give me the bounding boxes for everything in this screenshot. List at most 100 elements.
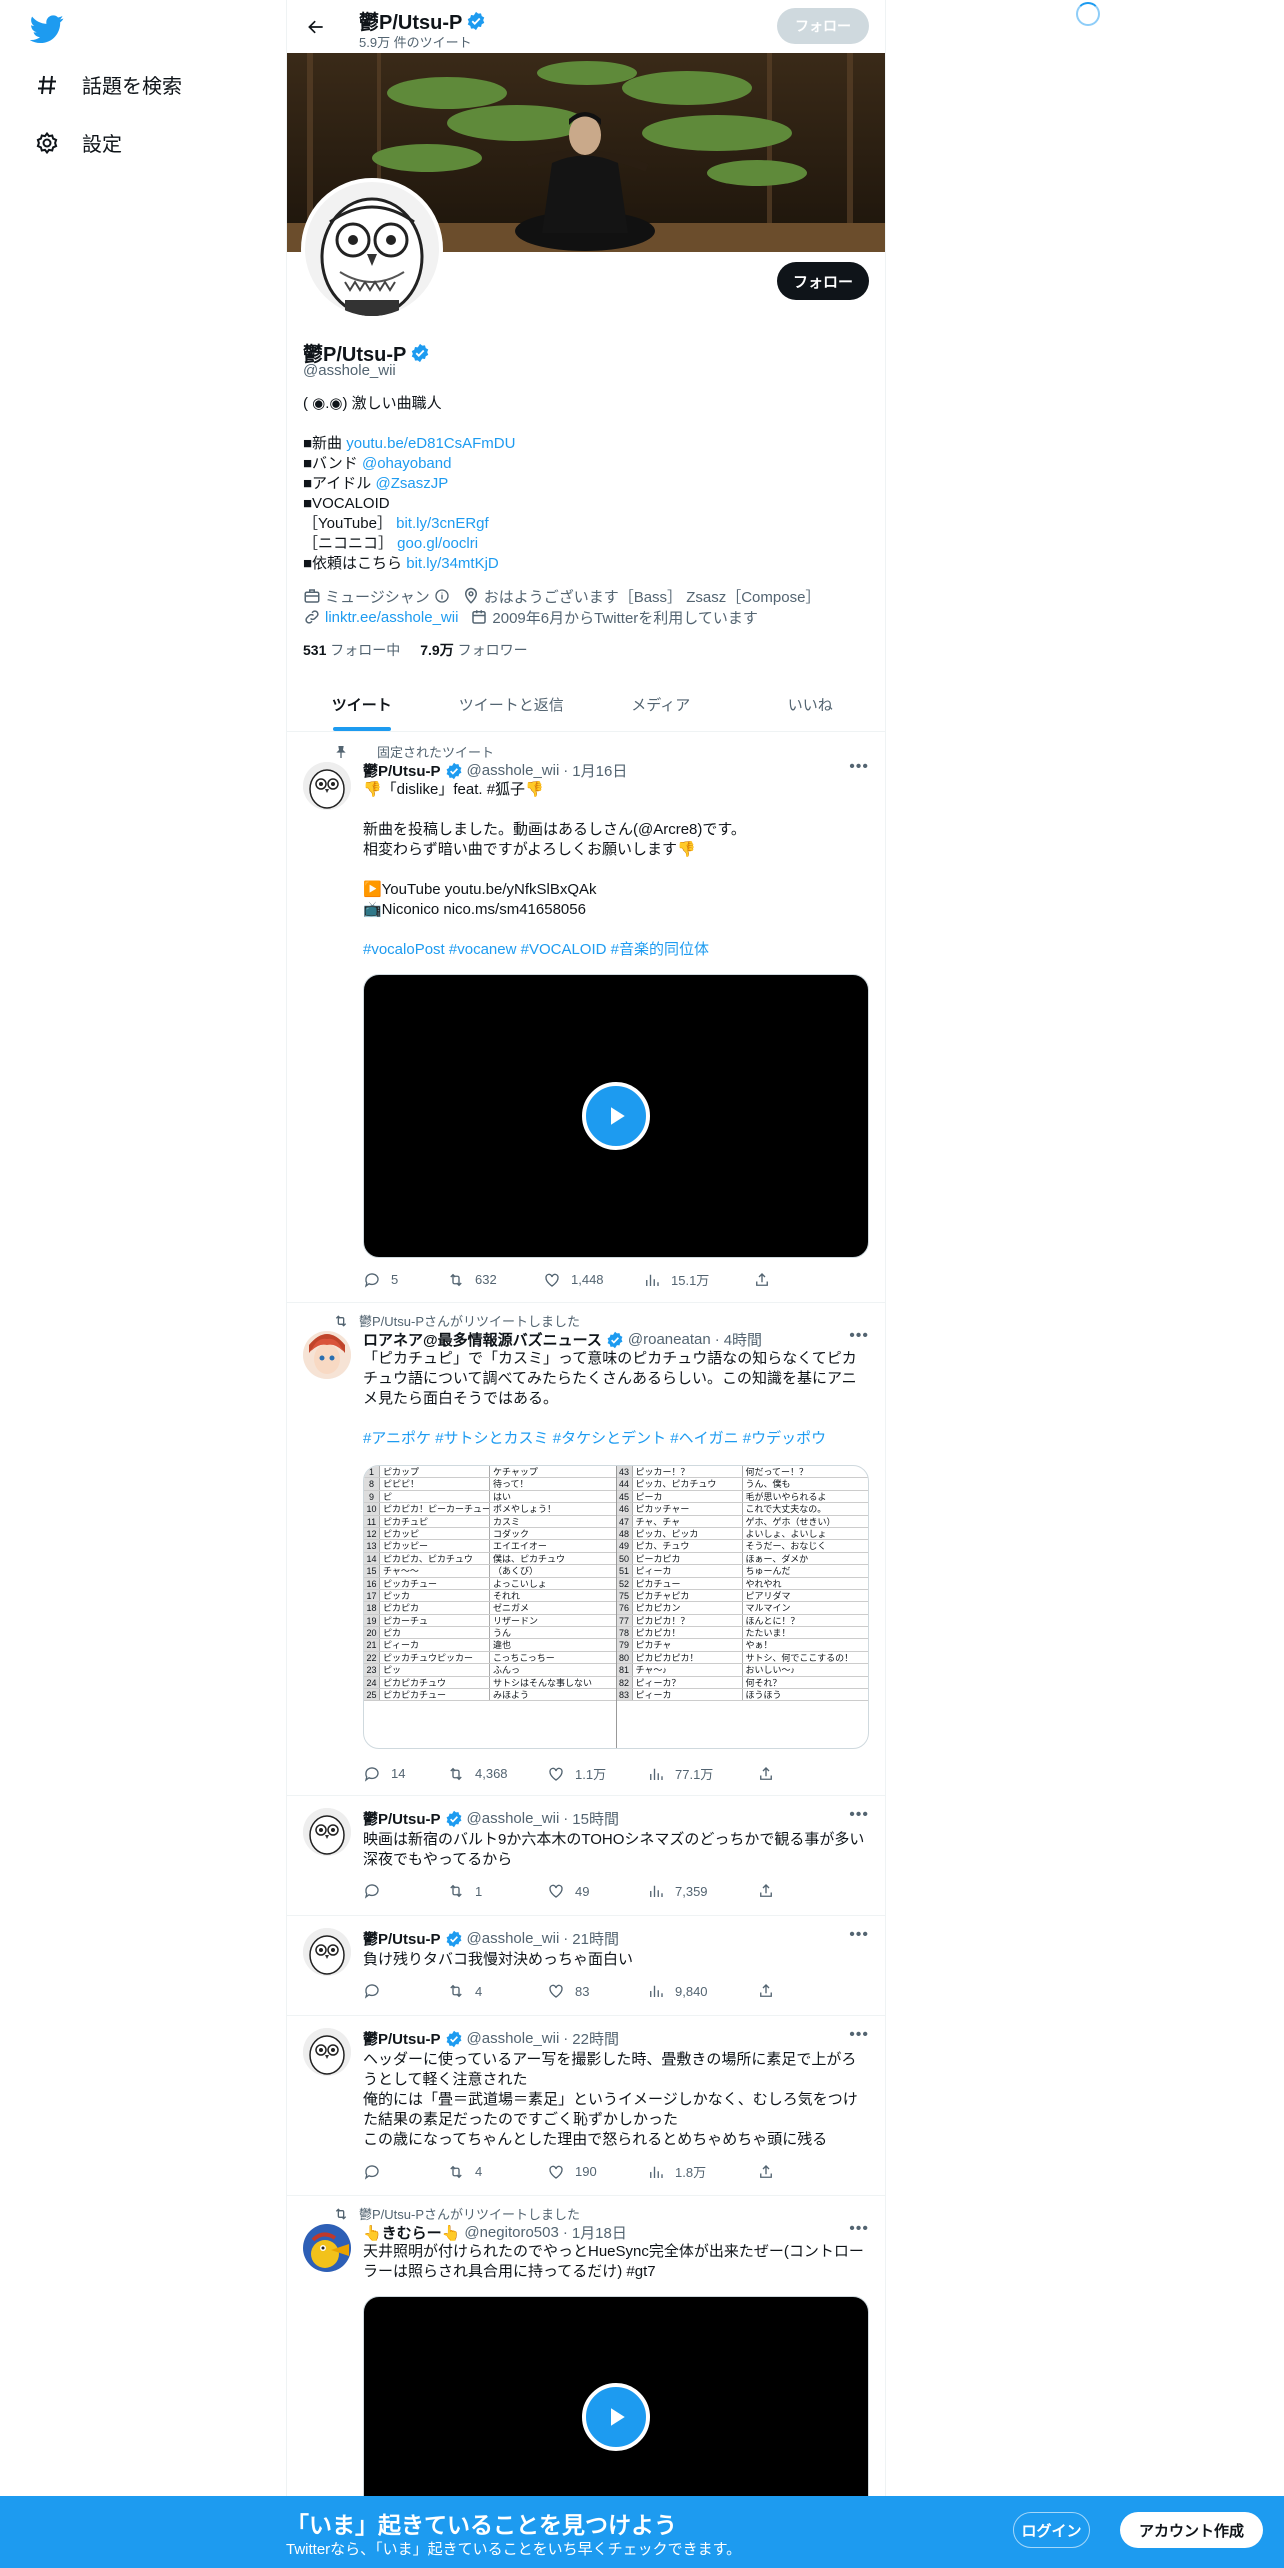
share-button[interactable] [757, 1764, 775, 1783]
share-button[interactable] [757, 1882, 775, 1900]
retweet-button[interactable]: 632 [447, 1270, 543, 1289]
retweet-button[interactable]: 4,368 [447, 1764, 547, 1783]
tweet[interactable]: 鬱P/Utsu-Pさんがリツイートしました ロアネア@最多情報源バズニュース @… [287, 1303, 885, 1796]
tweet-time[interactable]: 1月16日 [572, 760, 627, 781]
bio-link[interactable]: @ohayoband [362, 455, 451, 472]
tab-tweets-and-replies[interactable]: ツイートと返信 [437, 678, 587, 731]
nav-settings[interactable]: 設定 [34, 128, 122, 157]
more-options-icon[interactable]: ••• [849, 1926, 869, 1944]
tweet-time[interactable]: 1月18日 [572, 2222, 627, 2243]
tweet-author-name[interactable]: ロアネア@最多情報源バズニュース [363, 1329, 602, 1350]
table-cell: やれやれ [745, 1578, 782, 1589]
views-button[interactable]: 15.1万 [643, 1270, 753, 1289]
tweet-author-handle[interactable]: @negitoro503 [464, 2224, 558, 2241]
like-button[interactable]: 1.1万 [547, 1764, 647, 1783]
bio-link[interactable]: @ZsaszJP [375, 475, 448, 492]
avatar[interactable] [303, 1928, 351, 1976]
share-button[interactable] [753, 1270, 771, 1289]
tweet-time[interactable]: 15時間 [572, 1808, 619, 1829]
retweet-button[interactable]: 1 [447, 1882, 547, 1900]
twitter-logo-icon[interactable] [29, 12, 64, 46]
signup-button[interactable]: アカウント作成 [1120, 2512, 1263, 2548]
tweet-author-name[interactable]: 鬱P/Utsu-P [363, 1808, 441, 1829]
table-cell: ピッカ [380, 1589, 490, 1602]
play-icon[interactable] [582, 2383, 650, 2451]
view-count: 1.8万 [675, 2165, 707, 2180]
table-cell: 45 [616, 1490, 633, 1503]
share-button[interactable] [757, 1982, 775, 2000]
like-button[interactable]: 49 [547, 1882, 647, 1900]
reply-button[interactable] [363, 1882, 447, 1900]
like-button[interactable]: 190 [547, 2162, 647, 2181]
more-options-icon[interactable]: ••• [849, 758, 869, 776]
tweet-author-handle[interactable]: @asshole_wii [467, 762, 560, 779]
avatar[interactable] [303, 1331, 351, 1379]
retweet-button[interactable]: 4 [447, 2162, 547, 2181]
followers-link[interactable]: 7.9万 フォロワー [420, 640, 527, 660]
more-options-icon[interactable]: ••• [849, 1806, 869, 1824]
tweet[interactable]: 鬱P/Utsu-P @asshole_wii · 15時間 ••• 映画は新宿の… [287, 1796, 885, 1916]
views-button[interactable]: 1.8万 [647, 2162, 757, 2181]
tweet-author-name[interactable]: 👆きむらー👆 [363, 2222, 460, 2243]
tweet-author-name[interactable]: 鬱P/Utsu-P [363, 760, 441, 781]
share-button[interactable] [757, 2162, 775, 2181]
tweet-time[interactable]: 4時間 [724, 1329, 762, 1350]
more-options-icon[interactable]: ••• [849, 1327, 869, 1345]
tweet[interactable]: 鬱P/Utsu-P @asshole_wii · 21時間 ••• 負け残りタバ… [287, 1916, 885, 2016]
bio-link[interactable]: bit.ly/34mtKjD [406, 555, 499, 572]
profile-website[interactable]: linktr.ee/asshole_wii [303, 608, 458, 626]
tab-tweets[interactable]: ツイート [287, 678, 437, 731]
tweet[interactable]: 固定されたツイート 鬱P/Utsu-P @asshole_wii · 1月16日… [287, 732, 885, 1303]
bio-text: ■バンド [303, 455, 362, 472]
avatar[interactable] [303, 2028, 351, 2076]
tweet-hashtags[interactable]: #vocaloPost #vocanew #VOCALOID #音楽的同位体 [363, 940, 871, 960]
tweet-author-handle[interactable]: @roaneatan [628, 1331, 711, 1348]
like-button[interactable]: 83 [547, 1982, 647, 2000]
like-button[interactable]: 1,448 [543, 1270, 643, 1289]
tweet-time[interactable]: 22時間 [572, 2028, 619, 2049]
reply-button[interactable] [363, 1982, 447, 2000]
bio-link[interactable]: bit.ly/3cnERgf [396, 515, 489, 532]
views-button[interactable]: 7,359 [647, 1882, 757, 1900]
nav-explore[interactable]: 話題を検索 [34, 70, 182, 99]
tab-likes[interactable]: いいね [736, 678, 886, 731]
views-button[interactable]: 77.1万 [647, 1764, 757, 1783]
following-link[interactable]: 531 フォロー中 [303, 640, 400, 660]
tweet-hashtags[interactable]: #アニポケ #サトシとカスミ #タケシとデント #ヘイガニ #ウデッポウ [363, 1429, 871, 1449]
tweet-time[interactable]: 21時間 [572, 1928, 619, 1949]
more-options-icon[interactable]: ••• [849, 2220, 869, 2238]
avatar[interactable] [303, 762, 351, 810]
bio-link[interactable]: youtu.be/eD81CsAFmDU [346, 435, 515, 452]
tweet-author-name[interactable]: 鬱P/Utsu-P [363, 1928, 441, 1949]
views-button[interactable]: 9,840 [647, 1982, 757, 2000]
website-link[interactable]: linktr.ee/asshole_wii [325, 609, 458, 626]
tweet-header: 👆きむらー👆 @negitoro503 · 1月18日 [363, 2222, 863, 2243]
tweet-line: 📺Niconico nico.ms/sm41658056 [363, 901, 586, 918]
reply-button[interactable]: 5 [363, 1270, 447, 1289]
video-player[interactable] [363, 974, 869, 1258]
profile-avatar[interactable] [301, 178, 443, 320]
tweet[interactable]: 鬱P/Utsu-Pさんがリツイートしました 👆きむらー👆 @negitoro50… [287, 2196, 885, 2536]
bio-link[interactable]: goo.gl/ooclri [397, 535, 478, 552]
tweet-author-name[interactable]: 鬱P/Utsu-P [363, 2028, 441, 2049]
bio-text: ■新曲 [303, 435, 347, 452]
follow-button[interactable]: フォロー [777, 262, 869, 300]
login-button[interactable]: ログイン [1013, 2512, 1090, 2548]
tweet[interactable]: 鬱P/Utsu-P @asshole_wii · 22時間 ••• ヘッダーに使… [287, 2016, 885, 2196]
avatar[interactable] [303, 1808, 351, 1856]
more-options-icon[interactable]: ••• [849, 2026, 869, 2044]
reply-button[interactable] [363, 2162, 447, 2181]
play-icon[interactable] [582, 1082, 650, 1150]
back-arrow-icon[interactable] [301, 12, 331, 42]
tweet-image-table[interactable]: 1 ピカップ ケチャップ 8 ピピピ！ 待って！ 9 ピはい 10 ピカピカ！ピーカーチュー ポメや… [363, 1465, 869, 1749]
tweet-author-handle[interactable]: @asshole_wii [467, 2030, 560, 2047]
retweet-button[interactable]: 4 [447, 1982, 547, 2000]
info-icon[interactable] [434, 588, 450, 604]
tweet-author-handle[interactable]: @asshole_wii [467, 1930, 560, 1947]
profile-header-bar: 鬱P/Utsu-P 5.9万 件のツイート フォロー [287, 0, 885, 53]
reply-button[interactable]: 14 [363, 1764, 447, 1783]
tweet-author-handle[interactable]: @asshole_wii [467, 1810, 560, 1827]
tab-media[interactable]: メディア [586, 678, 736, 731]
header-follow-button[interactable]: フォロー [777, 8, 869, 44]
avatar[interactable] [303, 2224, 351, 2272]
